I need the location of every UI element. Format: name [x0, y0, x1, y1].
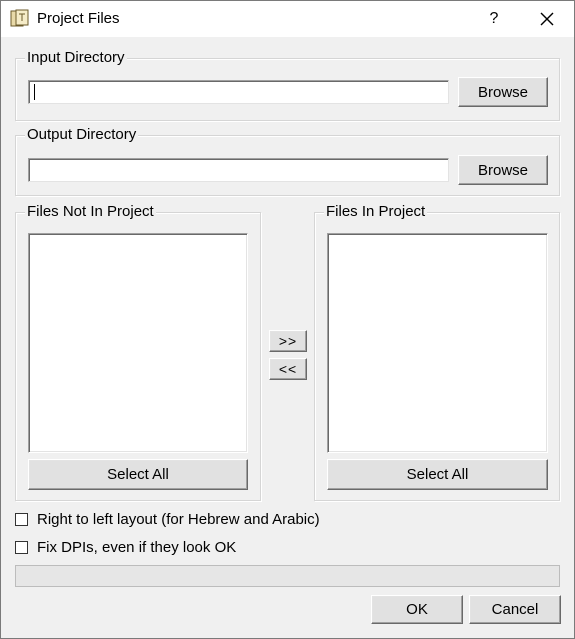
window-title: Project Files: [37, 10, 120, 27]
files-not-in-project-list[interactable]: [28, 233, 248, 453]
rtl-layout-checkbox[interactable]: [15, 513, 28, 526]
fix-dpi-checkbox[interactable]: [15, 541, 28, 554]
files-in-project-list[interactable]: [327, 233, 548, 453]
ok-button[interactable]: OK: [371, 595, 463, 624]
select-all-not-in-project-button[interactable]: Select All: [28, 459, 248, 490]
remove-from-project-button[interactable]: <<: [269, 358, 307, 380]
input-browse-button[interactable]: Browse: [458, 77, 548, 107]
output-browse-button[interactable]: Browse: [458, 155, 548, 185]
fix-dpi-option[interactable]: Fix DPIs, even if they look OK: [15, 539, 236, 556]
rtl-layout-label: Right to left layout (for Hebrew and Ara…: [37, 511, 320, 528]
title-bar: Project Files ?: [1, 1, 574, 37]
input-directory-field[interactable]: [28, 80, 449, 104]
help-button[interactable]: ?: [477, 5, 511, 33]
input-directory-legend: Input Directory: [25, 49, 127, 67]
select-all-in-project-button[interactable]: Select All: [327, 459, 548, 490]
text-caret: [34, 84, 35, 100]
output-directory-legend: Output Directory: [25, 126, 139, 144]
output-directory-field[interactable]: [28, 158, 449, 182]
rtl-layout-option[interactable]: Right to left layout (for Hebrew and Ara…: [15, 511, 320, 528]
fix-dpi-label: Fix DPIs, even if they look OK: [37, 539, 237, 556]
add-to-project-button[interactable]: >>: [269, 330, 307, 352]
progress-bar: [15, 565, 560, 587]
cancel-button[interactable]: Cancel: [469, 595, 561, 624]
project-files-dialog: Project Files ? Input Directory Browse O…: [0, 0, 575, 639]
close-icon[interactable]: [529, 5, 565, 33]
app-icon: [10, 9, 29, 27]
files-in-project-legend: Files In Project: [324, 203, 428, 221]
files-not-in-project-legend: Files Not In Project: [25, 203, 156, 221]
